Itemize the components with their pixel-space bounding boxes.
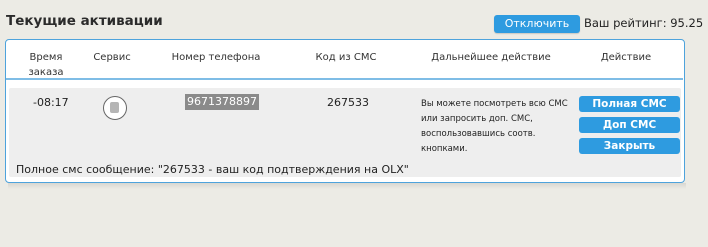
- close-button[interactable]: Закрыть: [579, 138, 680, 154]
- order-time: -08:17: [33, 96, 69, 109]
- full-sms-message: Полное смс сообщение: "267533 - ваш код …: [16, 163, 409, 176]
- column-header-service: Сервис: [93, 52, 131, 63]
- mute-sound-button[interactable]: Отключить звук: [494, 15, 580, 48]
- activations-panel: Время заказа Сервис Номер телефона Код и…: [5, 39, 685, 183]
- column-header-code: Код из СМС: [315, 52, 377, 63]
- page-title: Текущие активации: [6, 13, 163, 29]
- panel-shadow: [8, 183, 686, 189]
- column-header-time: Время заказа: [28, 52, 64, 78]
- sms-code: 267533: [327, 96, 369, 109]
- full-sms-button[interactable]: Полная СМС: [579, 96, 680, 112]
- column-header-further-action: Дальнейшее действие: [431, 52, 551, 63]
- column-header-phone: Номер телефона: [171, 52, 261, 63]
- rating-label: Ваш рейтинг: 95.25: [584, 16, 704, 30]
- further-action-text: Вы можете посмотреть всю СМС или запроси…: [421, 99, 568, 154]
- column-header-action: Действие: [600, 52, 652, 63]
- service-logo-icon: [103, 96, 127, 120]
- phone-number[interactable]: 9671378897: [185, 94, 259, 110]
- extra-sms-button[interactable]: Доп СМС: [579, 117, 680, 133]
- header-divider: [6, 78, 683, 80]
